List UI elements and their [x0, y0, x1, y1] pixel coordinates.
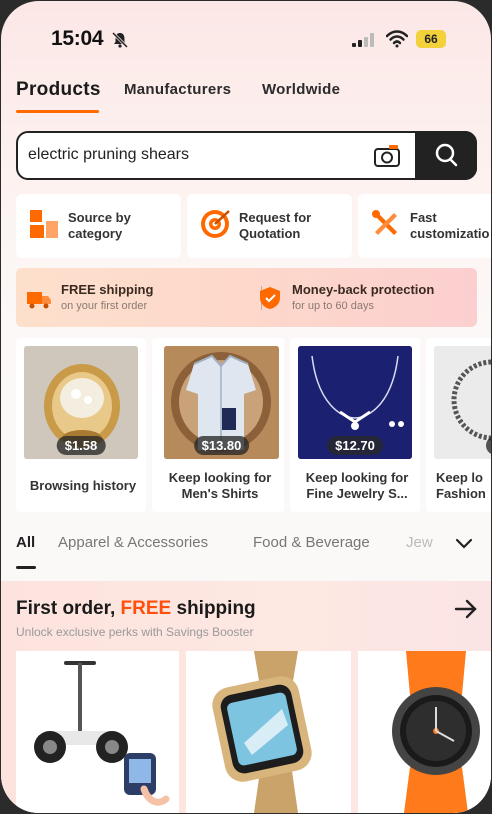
quick-fast-customization[interactable]: Fast customizatio [358, 194, 491, 258]
tab-worldwide[interactable]: Worldwide [262, 81, 340, 98]
promo-banner[interactable]: FREE shipping on your first order Money-… [16, 268, 477, 327]
category-tabs: All Apparel & Accessories Food & Beverag… [1, 534, 491, 569]
section-title: First order, FREE shipping [16, 598, 256, 620]
product-image-necklace: $12.70 [298, 346, 412, 459]
signal-icon [352, 33, 374, 47]
chevron-down-icon[interactable] [454, 537, 474, 551]
section-subtitle: Unlock exclusive perks with Savings Boos… [16, 625, 254, 639]
sport-watch-illustration [358, 651, 491, 813]
quick-label-line2: Quotation [239, 226, 301, 241]
muted-bell-icon [111, 31, 129, 49]
quick-source-by-category[interactable]: Source by category [16, 194, 181, 258]
product-card-fashion[interactable]: $2 Keep lo Fashion [426, 338, 491, 512]
product-image-shirt: $13.80 [164, 346, 279, 459]
search-icon [435, 143, 458, 167]
tools-icon [372, 210, 397, 235]
category-tab-apparel[interactable]: Apparel & Accessories [58, 534, 208, 551]
product-price: $1.58 [56, 436, 106, 455]
quick-request-quotation[interactable]: Request for Quotation [187, 194, 352, 258]
product-card-label: Keep looking for Men's Shirts [168, 470, 272, 501]
section-title-suffix: shipping [171, 598, 256, 619]
category-icon [30, 210, 58, 238]
status-time: 15:04 [51, 27, 104, 50]
search-button[interactable] [415, 131, 477, 180]
phone-screen: 15:04 66 Products Manufacturers Worldwid… [1, 1, 491, 813]
active-tab-underline [16, 110, 99, 113]
quick-label-line1: Request for [239, 210, 312, 225]
product-image-chain: $2 [434, 346, 491, 459]
product-card-label: Keep looking for Fine Jewelry S... [305, 470, 409, 501]
promo-money-back-subtitle: for up to 60 days [292, 300, 374, 312]
product-tile-smartwatch[interactable] [186, 651, 351, 813]
first-order-section[interactable]: First order, FREE shipping Unlock exclus… [1, 581, 491, 813]
product-price: $13.80 [193, 436, 250, 455]
scooter-illustration [16, 651, 179, 813]
product-card-label: Keep lo Fashion [436, 470, 486, 501]
section-title-prefix: First order, [16, 598, 121, 619]
status-bar: 15:04 66 [1, 27, 491, 55]
promo-free-shipping-title: FREE shipping [61, 282, 154, 297]
tab-manufacturers[interactable]: Manufacturers [124, 81, 231, 98]
battery-icon: 66 [416, 30, 446, 48]
wifi-icon [386, 30, 408, 48]
product-card-browsing-history[interactable]: $1.58 Browsing history [16, 338, 146, 512]
product-price: $12.70 [327, 436, 383, 455]
product-card-mens-shirts[interactable]: $13.80 Keep looking for Men's Shirts [152, 338, 284, 512]
product-tile-sport-watch[interactable] [358, 651, 491, 813]
promo-money-back-title: Money-back protection [292, 282, 435, 297]
product-card-fine-jewelry[interactable]: $12.70 Keep looking for Fine Jewelry S..… [290, 338, 420, 512]
quick-label-line1: Source by [68, 210, 131, 225]
chain-illustration [434, 346, 491, 459]
active-category-underline [16, 566, 36, 569]
search-input[interactable] [28, 146, 358, 164]
free-shipping-icon [27, 292, 51, 309]
category-tab-food[interactable]: Food & Beverage [253, 534, 370, 551]
top-tabs: Products Manufacturers Worldwide [16, 79, 476, 121]
shield-icon [260, 287, 280, 309]
product-image-ring: $1.58 [24, 346, 138, 459]
product-tile-scooter[interactable] [16, 651, 179, 813]
quick-label-line2: customizatio [410, 226, 490, 241]
quick-label-line2: category [68, 226, 123, 241]
camera-icon[interactable] [373, 143, 401, 169]
arrow-right-icon[interactable] [454, 599, 478, 619]
product-card-label: Browsing history [29, 478, 137, 493]
quick-label-line1: Fast [410, 210, 437, 225]
tab-products[interactable]: Products [16, 79, 101, 101]
target-icon [201, 210, 230, 238]
search-bar [16, 131, 477, 180]
smartwatch-illustration [186, 651, 351, 813]
category-tab-all[interactable]: All [16, 534, 35, 551]
category-tab-jewelry[interactable]: Jew [406, 534, 433, 551]
promo-free-shipping-subtitle: on your first order [61, 300, 148, 312]
section-title-free: FREE [120, 598, 172, 619]
